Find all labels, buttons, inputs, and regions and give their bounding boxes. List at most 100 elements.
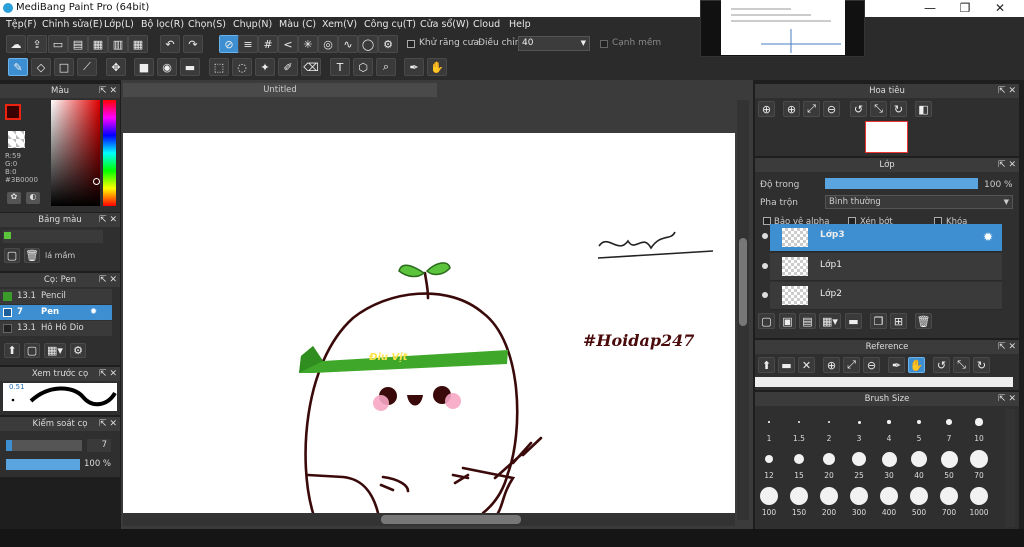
brush-size-dot[interactable] [794,454,804,464]
brush-size-dot[interactable] [852,452,866,466]
snap-curve-icon[interactable]: ∿ [338,35,358,53]
comment-icon[interactable]: ▭ [48,35,68,53]
snap-circle-icon[interactable]: ◎ [318,35,338,53]
upload-icon[interactable]: ⇪ [27,35,47,53]
size-slider[interactable] [6,440,82,451]
brush-size-dot[interactable] [768,421,770,423]
brush-size-dot[interactable] [850,487,868,505]
brush-size-dot[interactable] [975,418,983,426]
zoom-in-2-icon[interactable]: ⊕ [783,101,800,117]
new-1bit-layer-icon[interactable]: ▤ [799,313,816,329]
primary-color-swatch[interactable] [5,104,21,120]
gradient-tool-icon[interactable]: ▬ [180,58,200,76]
opacity-slider[interactable] [6,459,80,470]
maximize-button[interactable]: ❐ [948,0,982,17]
brush-item-pencil[interactable]: 13.1 Pencil [0,289,112,304]
close-reference-icon[interactable]: ✕ [798,357,815,373]
snap-ellipse-icon[interactable]: ◯ [358,35,378,53]
menu-help[interactable]: Help [509,19,531,30]
soft-edge-checkbox[interactable] [600,40,608,48]
correction-select[interactable]: 40 ▼ [518,36,590,51]
blend-select[interactable]: Bình thường ▼ [825,195,1013,209]
brush-size-dot[interactable] [764,454,774,464]
layer-opacity-slider[interactable] [825,178,978,189]
close-button[interactable]: ✕ [983,0,1017,17]
menu-capture[interactable]: Chụp(N) [233,19,272,30]
horizontal-scrollbar[interactable] [123,513,735,526]
ref-rotate-right-icon[interactable]: ↻ [973,357,990,373]
select-pen-icon[interactable]: ✐ [278,58,298,76]
brush-item-pen[interactable]: 7 Pen ✹ [0,305,112,320]
bucket-tool-icon[interactable]: ◉ [157,58,177,76]
brush-size-dot[interactable] [760,487,778,505]
navigator-thumbnail[interactable] [865,121,908,153]
menu-edit[interactable]: Chỉnh sửa(E) [42,19,103,30]
brush-size-dot[interactable] [916,419,922,425]
brush-blend-icon[interactable]: ⟋ [77,58,97,76]
delete-palette-icon[interactable]: 🗑 [24,248,40,263]
menu-file[interactable]: Tệp(F) [6,19,37,30]
minimize-button[interactable]: — [913,0,947,17]
layer-menu-icon[interactable]: ▦▾ [819,313,841,329]
merge-layer-icon[interactable]: ⊞ [890,313,907,329]
eraser-tool-icon[interactable]: ◇ [31,58,51,76]
vertical-scrollbar[interactable] [737,100,749,520]
ref-zoom-in-icon[interactable]: ⊕ [823,357,840,373]
flip-icon[interactable]: ◧ [915,101,932,117]
eyedropper-icon[interactable]: ⌕ [376,58,396,76]
hue-slider[interactable] [103,100,116,206]
zoom-in-icon[interactable]: ⊕ [758,101,775,117]
lasso-icon[interactable]: ◌ [232,58,252,76]
brush-tool-icon[interactable]: ✎ [8,58,28,76]
brush-menu-icon[interactable]: ▦▾ [44,343,66,358]
zoom-out-icon[interactable]: ⊖ [823,101,840,117]
visibility-eye-icon[interactable] [762,233,768,239]
brush-size-scrollbar[interactable] [1005,409,1015,527]
layer-row-1[interactable]: Lớp1 [770,253,1002,281]
transparent-swatch[interactable] [8,131,25,148]
menu-filter[interactable]: Bộ lọc(R) [141,19,184,30]
brush-size-dot[interactable] [940,450,958,468]
folder-icon[interactable]: ▬ [845,313,862,329]
brush-size-dot[interactable] [798,421,800,423]
fit-icon[interactable]: ⤢ [803,101,820,117]
menu-view[interactable]: Xem(V) [322,19,357,30]
brush-size-dot[interactable] [827,420,831,424]
new-layer-icon[interactable]: ▢ [758,313,775,329]
duplicate-layer-icon[interactable]: ❐ [870,313,887,329]
ref-rotate-left-icon[interactable]: ↺ [933,357,950,373]
brush-size-dot[interactable] [887,420,891,424]
cloud-icon[interactable]: ☁ [6,35,26,53]
magic-wand-icon[interactable]: ✦ [255,58,275,76]
menu-layer[interactable]: Lớp(L) [104,19,134,30]
new-palette-icon[interactable]: ▢ [4,248,20,263]
brush-size-dot[interactable] [970,487,988,505]
sv-cursor[interactable] [93,178,100,185]
menu-cloud[interactable]: Cloud [473,19,500,30]
move-tool-icon[interactable]: ✥ [106,58,126,76]
palette-swatch-green[interactable] [4,232,11,239]
pen-tool-icon[interactable]: ✒ [404,58,424,76]
snap-off-icon[interactable]: ⊘ [219,35,239,53]
brush-size-dot[interactable] [946,419,952,425]
snap-radial-icon[interactable]: ✳ [298,35,318,53]
brush-size-dot[interactable] [881,451,897,467]
layer-row-2[interactable]: Lớp2 [770,282,1002,310]
saturation-value-picker[interactable] [51,100,100,206]
brush-settings-icon[interactable]: ⚙ [70,343,86,358]
brush-size-dot[interactable] [970,450,988,468]
menu-select[interactable]: Chọn(S) [188,19,226,30]
reference-image-area[interactable] [755,377,1013,387]
rotate-right-icon[interactable]: ↻ [890,101,907,117]
ref-fit-icon[interactable]: ⤢ [843,357,860,373]
delete-layer-icon[interactable]: 🗑 [915,313,932,329]
select-rect-icon[interactable]: ⬚ [209,58,229,76]
size-value[interactable]: 7 [87,439,111,452]
visibility-eye-icon[interactable] [762,292,768,298]
open-folder-icon[interactable]: ▬ [778,357,795,373]
ref-hand-icon[interactable]: ✋ [908,357,925,373]
dot-tool-icon[interactable]: □ [54,58,74,76]
page-icon[interactable]: ▦ [88,35,108,53]
menu-window[interactable]: Cửa sổ(W) [420,19,469,30]
brush-size-dot[interactable] [790,487,808,505]
